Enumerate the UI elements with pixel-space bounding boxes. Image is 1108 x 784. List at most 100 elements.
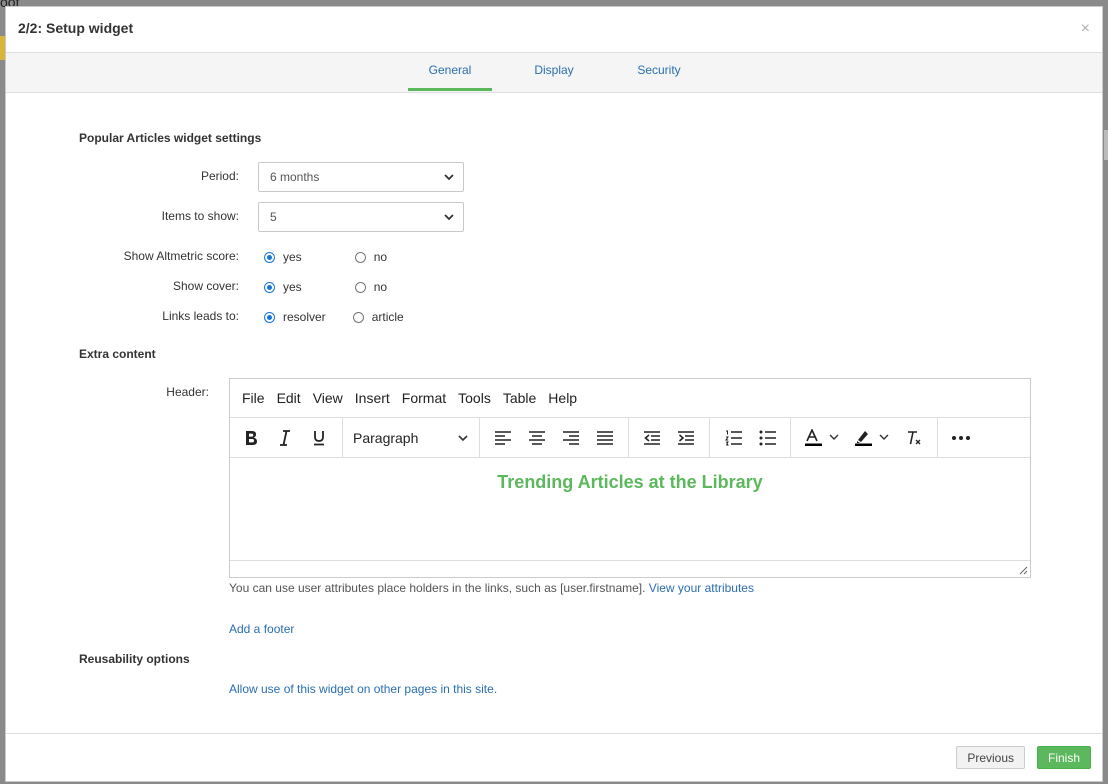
text-color-icon <box>805 428 839 446</box>
more-button[interactable] <box>944 423 978 453</box>
tab-security[interactable]: Security <box>626 53 692 91</box>
radio-dot[interactable] <box>352 311 364 323</box>
period-label: Period: <box>200 169 239 183</box>
menu-format[interactable]: Format <box>396 390 452 406</box>
menu-tools[interactable]: Tools <box>452 390 497 406</box>
altmetric-label: Show Altmetric score: <box>123 249 239 263</box>
help-text: You can use user attributes place holder… <box>229 581 754 595</box>
chevron-down-icon <box>444 174 454 181</box>
radio-label: no <box>373 250 388 264</box>
previous-button[interactable]: Previous <box>956 746 1025 769</box>
add-footer-link[interactable]: Add a footer <box>229 622 294 636</box>
block-format-value: Paragraph <box>353 429 419 446</box>
editor-toolbar: Paragraph <box>230 418 1030 458</box>
radio-dot[interactable] <box>354 251 366 263</box>
resize-handle-icon[interactable] <box>1019 566 1028 575</box>
chevron-down-icon <box>458 434 468 441</box>
links-radio-group: resolver article <box>264 310 404 324</box>
toolbar-group-align <box>480 418 629 457</box>
align-justify-button[interactable] <box>588 423 622 453</box>
background-edge <box>1104 130 1108 160</box>
align-right-button[interactable] <box>554 423 588 453</box>
altmetric-no-radio[interactable]: no <box>354 250 388 264</box>
items-value: 5 <box>270 210 277 224</box>
help-text-body: You can use user attributes place holder… <box>229 581 646 595</box>
cover-radio-group: yes no <box>264 280 387 294</box>
highlight-icon <box>855 430 889 446</box>
cover-label: Show cover: <box>172 279 239 293</box>
reusability-section-title: Reusability options <box>79 652 190 666</box>
clear-formatting-icon <box>908 430 921 444</box>
close-icon[interactable]: × <box>1081 21 1090 37</box>
outdent-button[interactable] <box>635 423 669 453</box>
bullet-list-button[interactable] <box>750 423 784 453</box>
allow-reuse-link[interactable]: Allow use of this widget on other pages … <box>229 682 497 696</box>
bold-icon <box>246 430 257 445</box>
radio-label: yes <box>283 280 302 294</box>
menu-insert[interactable]: Insert <box>349 390 396 406</box>
radio-dot[interactable] <box>264 251 275 263</box>
numbered-list-button[interactable] <box>716 423 750 453</box>
dialog-title: 2/2: Setup widget <box>18 20 134 36</box>
menu-edit[interactable]: Edit <box>271 390 307 406</box>
numbered-list-icon <box>724 430 742 445</box>
align-center-button[interactable] <box>520 423 554 453</box>
radio-label: resolver <box>283 310 326 324</box>
extra-section-title: Extra content <box>79 347 156 361</box>
header-label: Header: <box>166 385 209 399</box>
period-select[interactable]: 6 months <box>258 162 464 192</box>
finish-button[interactable]: Finish <box>1036 746 1091 769</box>
rich-text-editor: File Edit View Insert Format Tools Table… <box>229 378 1031 578</box>
dialog-footer: Previous Finish <box>6 733 1102 781</box>
radio-dot[interactable] <box>264 311 275 323</box>
toolbar-group-lists <box>710 418 791 457</box>
italic-icon <box>280 429 290 446</box>
align-right-icon <box>563 430 579 445</box>
tab-general[interactable]: General <box>408 53 492 91</box>
editor-content-area[interactable]: Trending Articles at the Library <box>230 458 1030 561</box>
toolbar-group-color <box>791 418 938 457</box>
items-select[interactable]: 5 <box>258 202 464 232</box>
menu-view[interactable]: View <box>307 390 349 406</box>
bold-button[interactable] <box>234 423 268 453</box>
cover-no-radio[interactable]: no <box>354 280 388 294</box>
underline-button[interactable] <box>302 423 336 453</box>
clear-formatting-button[interactable] <box>897 423 931 453</box>
settings-section-title: Popular Articles widget settings <box>79 131 262 145</box>
tab-display[interactable]: Display <box>521 53 587 91</box>
indent-button[interactable] <box>669 423 703 453</box>
highlight-color-button[interactable] <box>847 423 897 453</box>
menu-file[interactable]: File <box>236 390 271 406</box>
menu-table[interactable]: Table <box>497 390 542 406</box>
links-resolver-radio[interactable]: resolver <box>264 310 326 324</box>
align-center-icon <box>529 430 545 445</box>
links-article-radio[interactable]: article <box>352 310 404 324</box>
setup-widget-dialog: 2/2: Setup widget × General Display Secu… <box>5 6 1103 782</box>
radio-label: article <box>371 310 404 324</box>
content-heading: Trending Articles at the Library <box>497 472 763 492</box>
editor-menubar: File Edit View Insert Format Tools Table… <box>230 379 1030 418</box>
cover-yes-radio[interactable]: yes <box>264 280 302 294</box>
menu-help[interactable]: Help <box>542 390 583 406</box>
underline-icon <box>314 430 324 445</box>
chevron-down-icon <box>444 214 454 221</box>
indent-icon <box>678 430 694 445</box>
links-label: Links leads to: <box>162 309 239 323</box>
items-label: Items to show: <box>161 209 239 223</box>
view-attributes-link[interactable]: View your attributes <box>649 581 754 595</box>
radio-dot[interactable] <box>354 281 366 293</box>
tab-bar: General Display Security <box>6 52 1102 93</box>
toolbar-group-block: Paragraph <box>343 418 480 457</box>
text-color-button[interactable] <box>797 423 847 453</box>
bullet-list-icon <box>759 430 776 445</box>
align-left-button[interactable] <box>486 423 520 453</box>
align-left-icon <box>495 430 511 445</box>
period-value: 6 months <box>270 170 320 184</box>
block-format-select[interactable]: Paragraph <box>349 423 473 453</box>
radio-label: no <box>373 280 388 294</box>
altmetric-radio-group: yes no <box>264 250 387 264</box>
toolbar-group-text-style <box>230 418 343 457</box>
italic-button[interactable] <box>268 423 302 453</box>
altmetric-yes-radio[interactable]: yes <box>264 250 302 264</box>
radio-dot[interactable] <box>264 281 275 293</box>
